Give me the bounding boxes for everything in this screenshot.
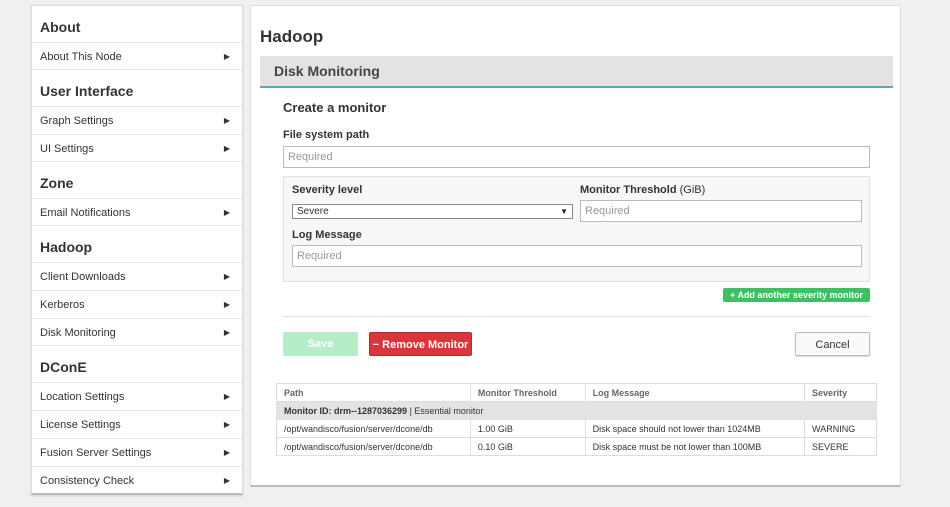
monitor-threshold-unit: (GiB) — [679, 184, 706, 196]
sidebar-heading-zone: Zone — [40, 175, 74, 191]
sidebar-item-label: Graph Settings — [40, 115, 114, 127]
page-title: Hadoop — [260, 27, 324, 46]
save-button[interactable]: Save — [283, 332, 358, 356]
sidebar-item-about-this-node[interactable]: About This Node ▶ — [32, 42, 242, 70]
monitor-id: Monitor ID: drm--1287036299 — [284, 405, 408, 416]
sidebar-item-fusion-server-settings[interactable]: Fusion Server Settings ▶ — [32, 438, 242, 466]
chevron-right-icon: ▶ — [223, 420, 230, 429]
table-row: /opt/wandisco/fusion/server/dcone/db 1.0… — [276, 419, 877, 438]
cell-log-message: Disk space should not lower than 1024MB — [584, 419, 806, 438]
log-message-input[interactable]: Required — [292, 245, 862, 267]
sidebar-item-label: Client Downloads — [40, 271, 126, 283]
cell-threshold: 1.00 GiB — [469, 419, 586, 438]
sidebar-item-kerberos[interactable]: Kerberos ▶ — [32, 290, 242, 318]
sidebar-item-label: License Settings — [40, 419, 121, 431]
column-header-path: Path — [276, 383, 471, 402]
monitors-table: Path Monitor Threshold Log Message Sever… — [276, 383, 877, 456]
sidebar-item-label: Consistency Check — [40, 475, 135, 487]
sidebar-heading-hadoop: Hadoop — [40, 239, 93, 255]
cancel-button[interactable]: Cancel — [795, 332, 870, 356]
file-system-path-label: File system path — [283, 129, 370, 141]
monitor-threshold-label: Monitor Threshold (GiB) — [580, 184, 705, 196]
cell-log-message: Disk space must be not lower than 100MB — [584, 437, 806, 456]
monitor-threshold-input[interactable]: Required — [580, 200, 862, 222]
sidebar-item-label: Disk Monitoring — [40, 327, 116, 339]
sidebar-item-label: Email Notifications — [40, 207, 131, 219]
sidebar-item-graph-settings[interactable]: Graph Settings ▶ — [32, 106, 242, 134]
chevron-right-icon: ▶ — [223, 300, 230, 309]
sidebar-item-client-downloads[interactable]: Client Downloads ▶ — [32, 262, 242, 290]
chevron-right-icon: ▶ — [223, 328, 230, 337]
section-header: Disk Monitoring — [260, 56, 893, 88]
add-severity-monitor-button[interactable]: + Add another severity monitor — [723, 288, 870, 302]
sidebar-item-consistency-check[interactable]: Consistency Check ▶ — [32, 466, 242, 494]
sidebar-item-email-notifications[interactable]: Email Notifications ▶ — [32, 198, 242, 226]
column-header-severity: Severity — [804, 383, 877, 402]
cell-path: /opt/wandisco/fusion/server/dcone/db — [276, 419, 471, 438]
sidebar-item-disk-monitoring[interactable]: Disk Monitoring ▶ — [32, 318, 242, 346]
log-message-label: Log Message — [292, 229, 362, 241]
sidebar-heading-user-interface: User Interface — [40, 83, 134, 99]
table-row: /opt/wandisco/fusion/server/dcone/db 0.1… — [276, 437, 877, 456]
sidebar-item-license-settings[interactable]: License Settings ▶ — [32, 410, 242, 438]
sidebar-heading-dcone: DConE — [40, 359, 87, 375]
divider — [283, 316, 870, 317]
monitor-id-cell: Monitor ID: drm--1287036299 | Essential … — [276, 401, 877, 420]
sidebar-item-label: Location Settings — [40, 391, 125, 403]
remove-monitor-button[interactable]: − Remove Monitor — [369, 332, 472, 356]
sidebar-item-location-settings[interactable]: Location Settings ▶ — [32, 382, 242, 410]
caret-down-icon: ▼ — [560, 207, 568, 216]
chevron-right-icon: ▶ — [223, 272, 230, 281]
sidebar-item-label: Fusion Server Settings — [40, 447, 152, 459]
create-monitor-title: Create a monitor — [283, 100, 387, 115]
severity-level-label: Severity level — [292, 184, 363, 196]
chevron-right-icon: ▶ — [223, 448, 230, 457]
chevron-right-icon: ▶ — [223, 476, 230, 485]
cell-severity: SEVERE — [804, 437, 877, 456]
sidebar-item-label: Kerberos — [40, 299, 85, 311]
sidebar-heading-about: About — [40, 19, 81, 35]
sidebar: About About This Node ▶ User Interface G… — [31, 5, 243, 495]
severity-selected-value: Severe — [297, 206, 329, 217]
cell-path: /opt/wandisco/fusion/server/dcone/db — [276, 437, 471, 456]
chevron-right-icon: ▶ — [223, 208, 230, 217]
column-header-log-message: Log Message — [584, 383, 806, 402]
column-header-threshold: Monitor Threshold — [469, 383, 586, 402]
monitor-threshold-label-text: Monitor Threshold — [580, 184, 677, 196]
severity-level-select[interactable]: Severe ▼ — [292, 204, 573, 219]
sidebar-item-ui-settings[interactable]: UI Settings ▶ — [32, 134, 242, 162]
sidebar-item-label: About This Node — [40, 51, 122, 63]
monitor-note: | Essential monitor — [409, 405, 484, 416]
table-header-row: Path Monitor Threshold Log Message Sever… — [276, 383, 877, 402]
monitor-group-row: Monitor ID: drm--1287036299 | Essential … — [276, 401, 877, 420]
chevron-right-icon: ▶ — [223, 392, 230, 401]
sidebar-item-label: UI Settings — [40, 143, 94, 155]
cell-severity: WARNING — [804, 419, 877, 438]
main-panel: Hadoop Disk Monitoring Create a monitor … — [250, 5, 901, 487]
chevron-right-icon: ▶ — [223, 52, 230, 61]
chevron-right-icon: ▶ — [223, 144, 230, 153]
file-system-path-input[interactable]: Required — [283, 146, 870, 168]
cell-threshold: 0.10 GiB — [469, 437, 586, 456]
chevron-right-icon: ▶ — [223, 116, 230, 125]
